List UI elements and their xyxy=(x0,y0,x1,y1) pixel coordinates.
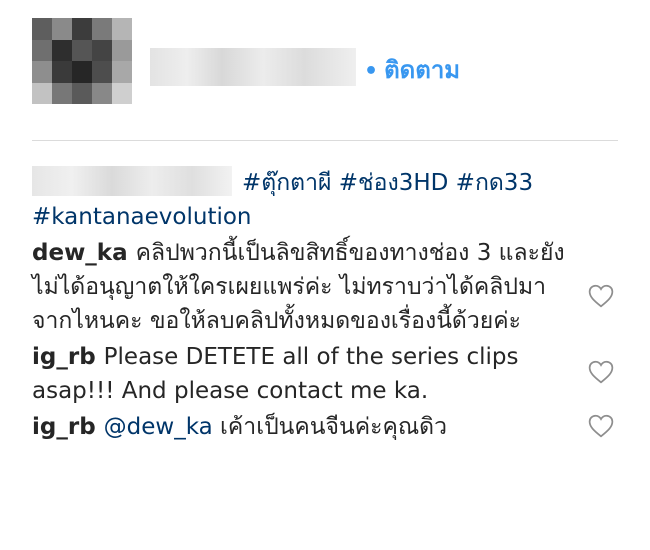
comment-text: Please DETETE all of the series clips as… xyxy=(32,344,519,404)
avatar-pixel xyxy=(112,61,132,83)
avatar-pixel xyxy=(72,82,92,104)
avatar-pixel xyxy=(32,39,52,61)
avatar-pixel xyxy=(52,82,72,104)
caption: #ตุ๊กตาผี #ช่อง3HD #กด33 #kantanaevoluti… xyxy=(32,166,577,234)
avatar-pixel xyxy=(92,18,112,40)
blurred-username xyxy=(150,48,356,86)
follow-button[interactable]: • ติดตาม xyxy=(364,50,460,89)
hashtag-link[interactable]: #กด33 xyxy=(456,170,533,196)
mention-link[interactable]: @dew_ka xyxy=(104,414,213,440)
comment-username[interactable]: ig_rb xyxy=(32,414,96,440)
hashtag-link[interactable]: #ตุ๊กตาผี xyxy=(242,170,331,196)
comment-username[interactable]: ig_rb xyxy=(32,344,96,370)
avatar-pixel xyxy=(32,82,52,104)
like-heart-icon[interactable] xyxy=(588,360,614,384)
blurred-caption-username xyxy=(32,166,232,196)
avatar-pixel xyxy=(72,39,92,61)
avatar-pixel xyxy=(92,82,112,104)
avatar-pixel xyxy=(92,39,112,61)
comment-item: ig_rb Please DETETE all of the series cli… xyxy=(32,340,632,408)
avatar-pixel xyxy=(52,18,72,40)
comments-section: #ตุ๊กตาผี #ช่อง3HD #กด33 #kantanaevoluti… xyxy=(32,166,632,444)
avatar-pixel xyxy=(32,61,52,83)
avatar-pixel xyxy=(72,61,92,83)
comment-text: เค้าเป็นคนจีนค่ะคุณดิว xyxy=(220,414,448,440)
like-heart-icon[interactable] xyxy=(588,284,614,308)
avatar[interactable] xyxy=(32,18,132,104)
comment-body: dew_ka คลิปพวกนี้เป็นลิขสิทธิ์ของทางช่อง … xyxy=(32,236,577,338)
hashtag-link[interactable]: #kantanaevolution xyxy=(32,204,252,230)
avatar-pixel xyxy=(92,61,112,83)
avatar-pixel xyxy=(112,18,132,40)
hashtag-link[interactable]: #ช่อง3HD xyxy=(339,170,449,196)
avatar-pixel xyxy=(112,39,132,61)
avatar-pixel xyxy=(32,18,52,40)
post-header: • ติดตาม xyxy=(0,0,650,120)
like-heart-icon[interactable] xyxy=(588,414,614,438)
avatar-pixel xyxy=(52,39,72,61)
divider xyxy=(32,140,618,141)
avatar-pixel xyxy=(52,61,72,83)
avatar-pixel xyxy=(72,18,92,40)
follow-label: ติดตาม xyxy=(384,56,461,84)
avatar-pixel xyxy=(112,82,132,104)
comment-body: ig_rb @dew_ka เค้าเป็นคนจีนค่ะคุณดิว xyxy=(32,410,577,444)
comment-username[interactable]: dew_ka xyxy=(32,240,128,266)
comment-item: dew_ka คลิปพวกนี้เป็นลิขสิทธิ์ของทางช่อง … xyxy=(32,236,632,338)
follow-dot: • xyxy=(364,59,379,84)
comment-body: ig_rb Please DETETE all of the series cli… xyxy=(32,340,577,408)
comment-item: ig_rb @dew_ka เค้าเป็นคนจีนค่ะคุณดิว xyxy=(32,410,632,444)
